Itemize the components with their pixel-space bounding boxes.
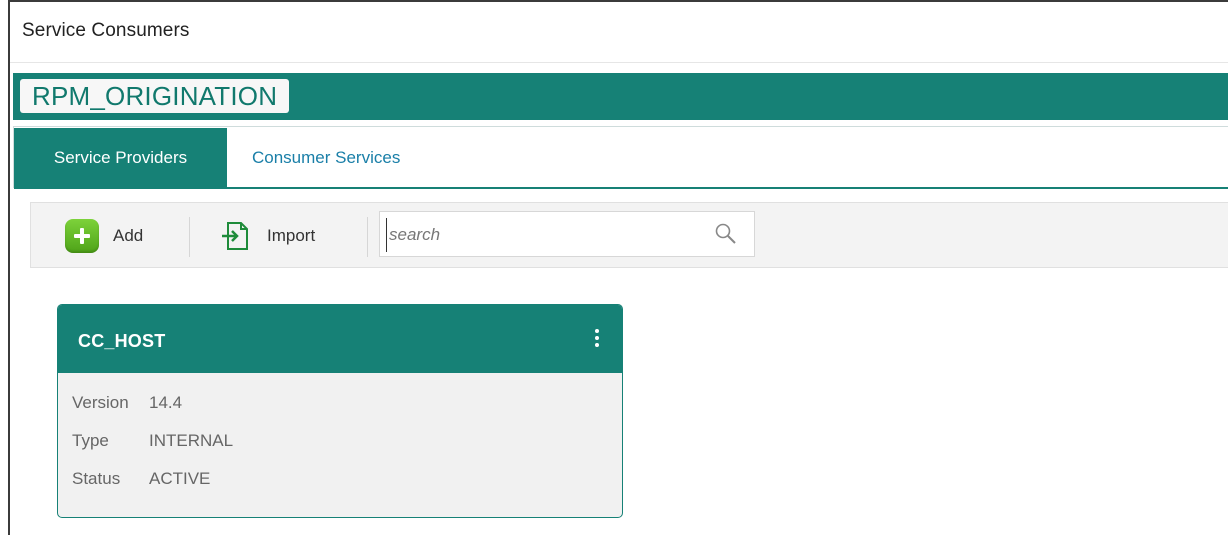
import-label: Import [267, 226, 316, 245]
property-value: 14.4 [149, 393, 183, 412]
card-header: CC_HOST [58, 305, 622, 373]
property-key: Status [72, 469, 121, 488]
property-row: Version 14.4 [58, 385, 622, 423]
search-box [379, 211, 755, 257]
property-row: Status ACTIVE [58, 461, 622, 499]
card-title: CC_HOST [78, 331, 166, 351]
card-body: Version 14.4 Type INTERNAL Status ACTIVE [58, 373, 622, 499]
tab-underline [14, 187, 1228, 189]
tab-label: Service Providers [53, 148, 188, 167]
search-icon[interactable] [714, 222, 738, 246]
tab-consumer-services[interactable]: Consumer Services [252, 148, 400, 168]
property-value: INTERNAL [149, 431, 234, 450]
more-options-icon[interactable] [594, 329, 600, 349]
import-button[interactable]: Import [219, 219, 315, 253]
service-consumers-panel: Service Consumers RPM_ORIGINATION Servic… [8, 0, 1228, 535]
property-row: Type INTERNAL [58, 423, 622, 461]
toolbar: Add Import [30, 202, 1228, 268]
tab-label: Consumer Services [252, 148, 401, 167]
add-button[interactable]: Add [65, 219, 143, 253]
property-value: ACTIVE [149, 469, 211, 488]
search-input[interactable] [386, 218, 691, 252]
service-provider-card[interactable]: CC_HOST Version 14.4 Type INTERNAL Statu… [57, 304, 623, 518]
property-key: Type [72, 431, 109, 450]
app-name-label: RPM_ORIGINATION [20, 79, 290, 113]
toolbar-separator [367, 217, 368, 257]
app-banner: RPM_ORIGINATION [13, 73, 1228, 120]
divider [10, 62, 1228, 63]
toolbar-separator [189, 217, 190, 257]
property-key: Version [72, 393, 129, 412]
page-title: Service Consumers [22, 20, 190, 41]
tab-service-providers[interactable]: Service Providers [14, 128, 227, 188]
add-label: Add [113, 226, 144, 245]
add-icon [65, 219, 99, 253]
import-icon [222, 222, 248, 250]
